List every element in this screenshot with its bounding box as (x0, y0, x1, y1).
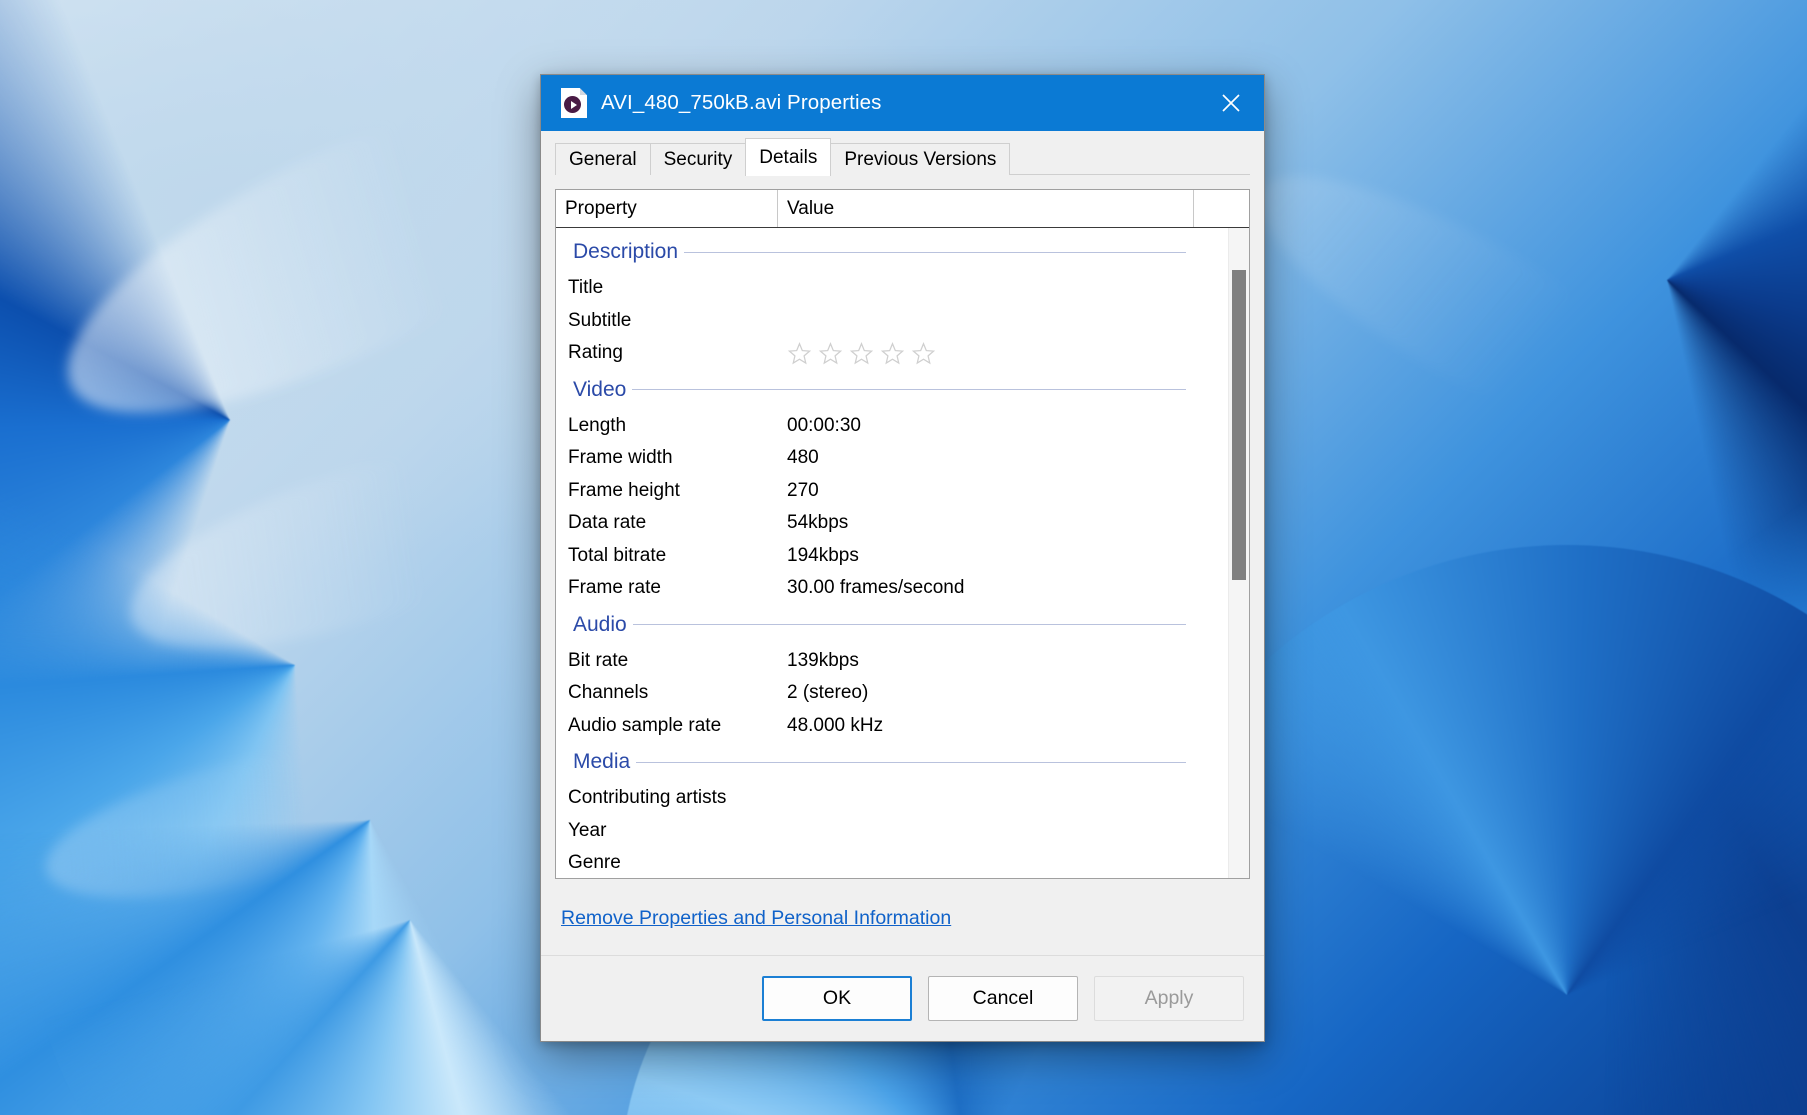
vertical-scrollbar[interactable] (1228, 228, 1249, 878)
section-label: Description (573, 240, 679, 263)
section-label: Audio (573, 612, 627, 636)
section-header-media: Media (556, 742, 1228, 782)
remove-properties-row: Remove Properties and Personal Informati… (555, 879, 1250, 930)
property-list-header: Property Value (556, 190, 1249, 228)
property-name: Frame rate (568, 577, 661, 599)
table-row[interactable]: Subtitle (556, 305, 1228, 338)
star-icon (818, 342, 843, 365)
property-value (778, 340, 1228, 366)
property-name: Genre (568, 852, 621, 874)
property-name: Frame width (568, 447, 673, 469)
property-value: 00:00:30 (787, 414, 861, 436)
property-name: Contributing artists (568, 787, 727, 809)
property-name: Audio sample rate (568, 714, 722, 736)
cancel-button[interactable]: Cancel (928, 976, 1078, 1021)
property-name: Total bitrate (568, 544, 667, 566)
property-value: 48.000 kHz (787, 714, 884, 736)
star-icon (880, 342, 905, 365)
tab-general[interactable]: General (555, 143, 651, 175)
section-label: Video (573, 377, 627, 401)
property-value: 270 (787, 479, 819, 501)
close-icon[interactable] (1198, 75, 1264, 131)
table-row[interactable]: Frame rate 30.00 frames/second (556, 572, 1228, 605)
property-name: Rating (568, 342, 623, 364)
table-row[interactable]: Audio sample rate 48.000 kHz (556, 710, 1228, 743)
table-row[interactable]: Title (556, 272, 1228, 305)
property-name: Frame height (568, 479, 680, 501)
tab-security[interactable]: Security (649, 143, 747, 175)
star-icon (787, 342, 812, 365)
media-file-icon (561, 88, 587, 118)
dialog-footer: OK Cancel Apply (541, 955, 1264, 1041)
star-rating[interactable] (787, 341, 1228, 366)
property-name: Subtitle (568, 309, 632, 331)
property-name: Year (568, 819, 607, 841)
table-row[interactable]: Data rate 54kbps (556, 507, 1228, 540)
table-row[interactable]: Contributing artists (556, 782, 1228, 815)
table-row[interactable]: Year (556, 815, 1228, 848)
property-value: 194kbps (787, 544, 859, 566)
section-header-description: Description (556, 232, 1228, 272)
property-name: Channels (568, 682, 649, 704)
section-header-video: Video (556, 370, 1228, 410)
property-value: 139kbps (787, 649, 859, 671)
property-name: Length (568, 414, 627, 436)
dialog-body: Property Value Description Title Subtitl… (541, 175, 1264, 955)
scrollbar-thumb[interactable] (1232, 270, 1246, 580)
column-header-property[interactable]: Property (556, 190, 778, 227)
property-name: Data rate (568, 512, 647, 534)
table-row[interactable]: Bit rate 139kbps (556, 645, 1228, 678)
tab-strip: General Security Details Previous Versio… (541, 131, 1264, 176)
property-value: 30.00 frames/second (787, 577, 965, 599)
table-row[interactable]: Channels 2 (stereo) (556, 677, 1228, 710)
section-rule (684, 251, 1186, 253)
property-name: Title (568, 277, 604, 299)
section-label: Media (573, 750, 631, 773)
remove-properties-link[interactable]: Remove Properties and Personal Informati… (561, 907, 951, 930)
property-value: 2 (stereo) (787, 682, 869, 704)
property-list-scroll-area: Description Title Subtitle Rating Video … (556, 228, 1249, 878)
ok-button[interactable]: OK (762, 976, 912, 1021)
apply-button[interactable]: Apply (1094, 976, 1244, 1021)
section-header-audio: Audio (556, 605, 1228, 645)
tab-previous-versions[interactable]: Previous Versions (830, 143, 1011, 175)
tab-details[interactable]: Details (745, 138, 832, 176)
section-rule (632, 389, 1186, 390)
property-rows-container: Description Title Subtitle Rating Video … (556, 228, 1228, 878)
dialog-titlebar: AVI_480_750kB.avi Properties (541, 75, 1264, 131)
table-row[interactable]: Frame height 270 (556, 475, 1228, 508)
star-icon (911, 342, 936, 365)
table-row[interactable]: Length 00:00:30 (556, 410, 1228, 443)
column-header-value[interactable]: Value (778, 190, 1194, 227)
section-rule (636, 761, 1186, 763)
table-row[interactable]: Rating (556, 337, 1228, 370)
section-rule (632, 624, 1186, 625)
file-properties-dialog: AVI_480_750kB.avi Properties General Sec… (540, 74, 1265, 1042)
star-icon (849, 342, 874, 365)
table-row[interactable]: Genre (556, 847, 1228, 878)
table-row[interactable]: Total bitrate 194kbps (556, 540, 1228, 573)
property-value: 480 (787, 447, 819, 469)
property-value: 54kbps (787, 512, 849, 534)
dialog-title: AVI_480_750kB.avi Properties (601, 91, 882, 114)
property-name: Bit rate (568, 649, 629, 671)
table-row[interactable]: Frame width 480 (556, 442, 1228, 475)
property-list: Property Value Description Title Subtitl… (555, 189, 1250, 879)
